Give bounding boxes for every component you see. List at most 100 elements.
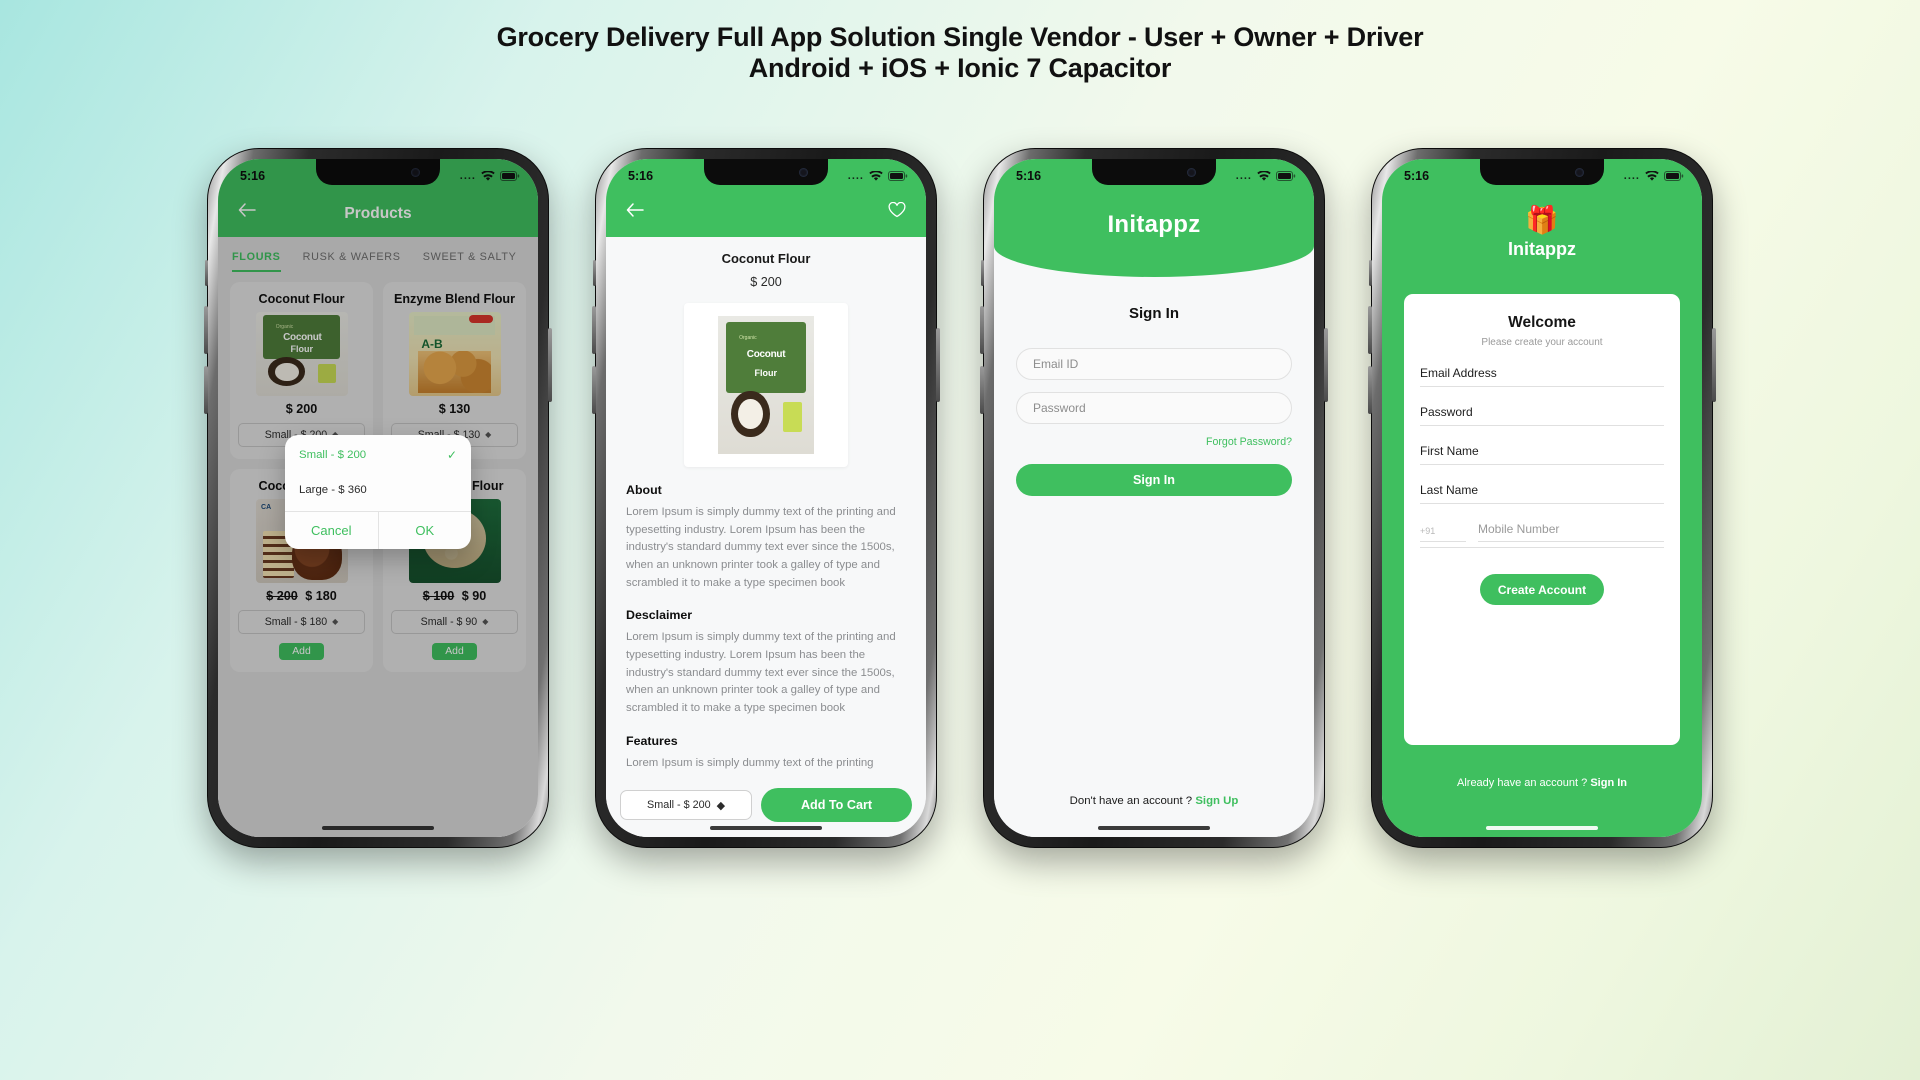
power-button xyxy=(936,328,940,402)
silent-switch xyxy=(205,260,208,286)
signin-footer-text: Don't have an account ? xyxy=(1069,795,1193,807)
password-field[interactable]: Password xyxy=(1016,392,1292,424)
create-account-button[interactable]: Create Account xyxy=(1479,574,1605,605)
signup-link[interactable]: Sign Up xyxy=(1195,795,1238,807)
signup-footer: Already have an account ? Sign In xyxy=(1382,777,1702,789)
variant-option-label: Small - $ 200 xyxy=(299,449,367,461)
volume-up-button xyxy=(980,306,984,354)
variant-select[interactable]: Small - $ 200 ◆ xyxy=(620,790,752,820)
silent-switch xyxy=(1369,260,1372,286)
power-button xyxy=(1712,328,1716,402)
section-heading-about: About xyxy=(626,483,662,497)
banner-line-1: Grocery Delivery Full App Solution Singl… xyxy=(496,22,1424,52)
screen-signin: Initappz 5:16 .... Sign In Email ID Pass… xyxy=(994,159,1314,837)
add-to-cart-button[interactable]: Add To Cart xyxy=(761,788,912,822)
signal-icon: .... xyxy=(847,170,864,182)
signin-button[interactable]: Sign In xyxy=(1016,464,1292,496)
variant-picker-dialog: Small - $ 200 ✓ Large - $ 360 Cancel OK xyxy=(285,435,471,549)
screen-products: 5:16 .... Products FLOURS RUSK & WAFERS … xyxy=(218,159,538,837)
cancel-button[interactable]: Cancel xyxy=(285,512,378,549)
dialog-actions: Cancel OK xyxy=(285,511,471,549)
brand-name: Initappz xyxy=(1508,239,1576,259)
front-camera-icon xyxy=(1575,168,1584,177)
phone-mockup-signup: 5:16 .... 🎁 Initappz Welcome Please crea… xyxy=(1368,148,1716,848)
heart-icon[interactable] xyxy=(882,195,912,225)
screen-product-detail: 5:16 .... Coconut Flour $ 200 Organic Co… xyxy=(606,159,926,837)
notch xyxy=(1092,159,1216,185)
power-button xyxy=(1324,328,1328,402)
password-field[interactable]: Password xyxy=(1420,405,1664,426)
volume-up-button xyxy=(204,306,208,354)
variant-option-label: Large - $ 360 xyxy=(299,484,367,496)
signup-heading: Welcome xyxy=(1508,314,1576,331)
back-arrow-icon[interactable] xyxy=(620,195,650,225)
battery-icon xyxy=(1664,171,1684,181)
notch xyxy=(704,159,828,185)
home-indicator xyxy=(1486,826,1598,830)
gift-box-icon: 🎁 xyxy=(1525,205,1559,235)
product-name: Coconut Flour xyxy=(721,251,811,266)
section-text-disclaimer: Lorem Ipsum is simply dummy text of the … xyxy=(626,631,896,715)
signal-icon: .... xyxy=(1623,170,1640,182)
wifi-icon xyxy=(869,170,883,182)
mobile-number-row: +91 Mobile Number xyxy=(1420,522,1664,548)
banner-line-2: Android + iOS + Ionic 7 Capacitor xyxy=(748,53,1172,84)
volume-down-button xyxy=(980,366,984,414)
variant-label: Small - $ 200 xyxy=(647,799,711,811)
home-indicator xyxy=(1098,826,1210,830)
volume-down-button xyxy=(592,366,596,414)
brand-name: Initappz xyxy=(1107,211,1201,238)
volume-up-button xyxy=(1368,306,1372,354)
detail-sections: About Lorem Ipsum is simply dummy text o… xyxy=(606,483,926,772)
section-text-about: Lorem Ipsum is simply dummy text of the … xyxy=(626,506,896,589)
notch xyxy=(1480,159,1604,185)
section-heading-disclaimer: Desclaimer xyxy=(626,608,693,623)
signin-body: Sign In Email ID Password Forgot Passwor… xyxy=(994,277,1314,837)
status-time: 5:16 xyxy=(628,169,654,183)
variant-options: Small - $ 200 ✓ Large - $ 360 xyxy=(285,435,471,511)
silent-switch xyxy=(981,260,984,286)
wifi-icon xyxy=(1645,170,1659,182)
battery-icon xyxy=(1276,171,1296,181)
signin-link[interactable]: Sign In xyxy=(1590,777,1627,789)
signup-card: Welcome Please create your account Email… xyxy=(1404,294,1680,745)
front-camera-icon xyxy=(1187,168,1196,177)
phone-mockup-product-detail: 5:16 .... Coconut Flour $ 200 Organic Co… xyxy=(592,148,940,848)
variant-option-large[interactable]: Large - $ 360 xyxy=(285,473,471,507)
volume-down-button xyxy=(1368,366,1372,414)
variant-option-small[interactable]: Small - $ 200 ✓ xyxy=(285,437,471,473)
battery-icon xyxy=(888,171,908,181)
status-time: 5:16 xyxy=(1016,169,1042,183)
email-field[interactable]: Email Address xyxy=(1420,366,1664,387)
email-field[interactable]: Email ID xyxy=(1016,348,1292,380)
wifi-icon xyxy=(1257,170,1271,182)
phone-mockup-signin: Initappz 5:16 .... Sign In Email ID Pass… xyxy=(980,148,1328,848)
phone-mockup-products: 5:16 .... Products FLOURS RUSK & WAFERS … xyxy=(204,148,552,848)
country-code-field[interactable]: +91 xyxy=(1420,526,1466,542)
forgot-password-link[interactable]: Forgot Password? xyxy=(1016,436,1292,448)
banner-heading: Grocery Delivery Full App Solution Singl… xyxy=(0,0,1920,85)
status-time: 5:16 xyxy=(1404,169,1430,183)
volume-down-button xyxy=(204,366,208,414)
last-name-field[interactable]: Last Name xyxy=(1420,483,1664,504)
signin-footer: Don't have an account ? Sign Up xyxy=(994,795,1314,807)
power-button xyxy=(548,328,552,402)
chevron-updown-icon: ◆ xyxy=(716,799,725,812)
screen-signup: 5:16 .... 🎁 Initappz Welcome Please crea… xyxy=(1382,159,1702,837)
ok-button[interactable]: OK xyxy=(377,512,472,549)
silent-switch xyxy=(593,260,596,286)
product-price: $ 200 xyxy=(750,275,782,289)
phone-mockups-row: 5:16 .... Products FLOURS RUSK & WAFERS … xyxy=(0,148,1920,848)
home-indicator xyxy=(710,826,822,830)
signup-footer-text: Already have an account ? xyxy=(1457,777,1588,789)
signin-heading: Sign In xyxy=(1129,305,1179,322)
signal-icon: .... xyxy=(1235,170,1252,182)
volume-up-button xyxy=(592,306,596,354)
first-name-field[interactable]: First Name xyxy=(1420,444,1664,465)
product-detail-body: Coconut Flour $ 200 Organic Coconut Flour … xyxy=(606,237,926,781)
signup-subheading: Please create your account xyxy=(1481,337,1603,348)
section-text-features: Lorem Ipsum is simply dummy text of the … xyxy=(626,756,874,769)
signin-fields: Email ID Password xyxy=(994,348,1314,424)
mobile-number-field[interactable]: Mobile Number xyxy=(1478,522,1664,542)
section-heading-features: Features xyxy=(626,733,678,748)
